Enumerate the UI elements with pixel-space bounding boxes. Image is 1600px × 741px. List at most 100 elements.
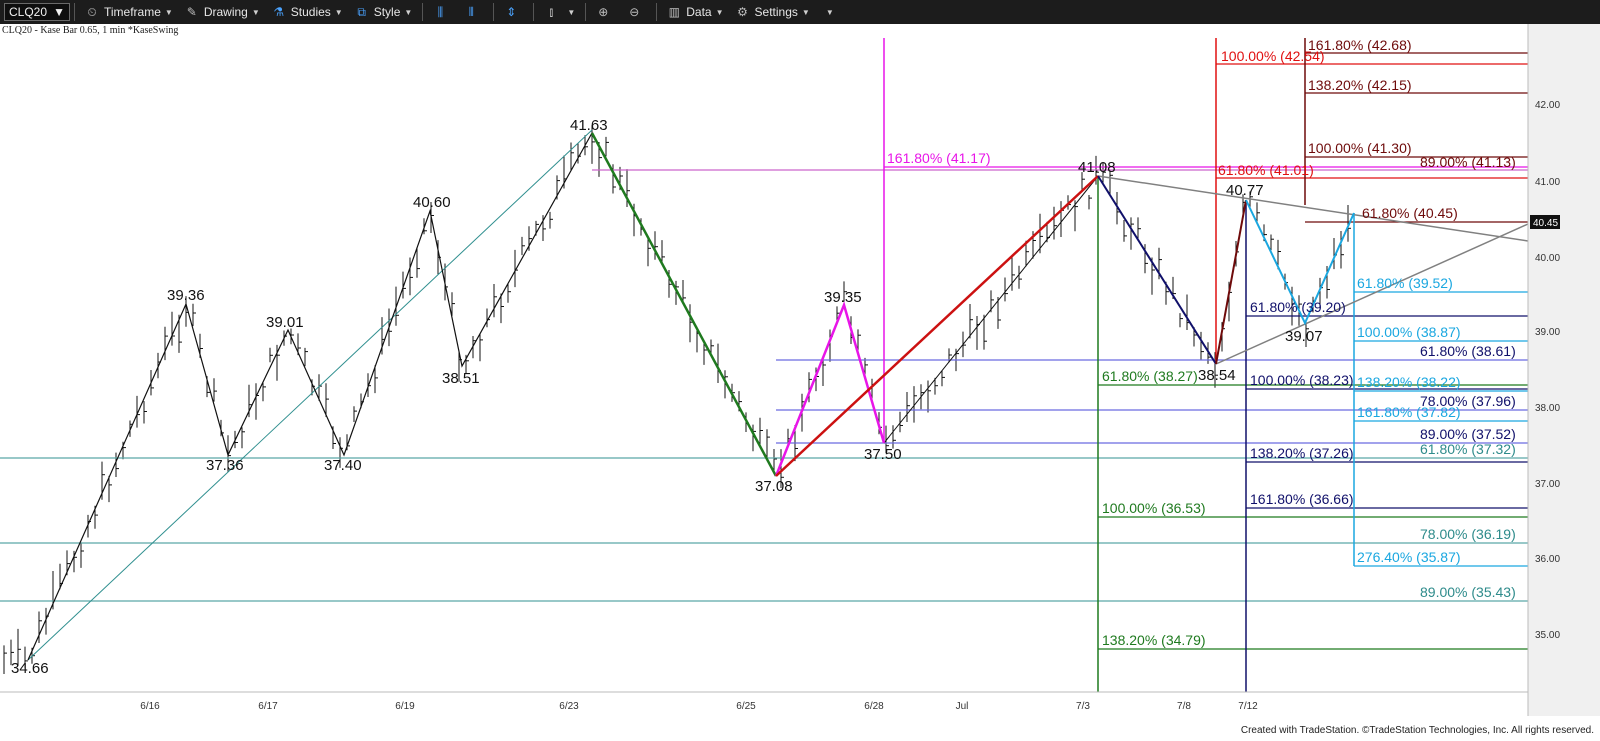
fib-label: 61.80% (41.01): [1218, 162, 1314, 178]
data-label: Data: [686, 5, 712, 19]
x-tick-label: 7/3: [1076, 701, 1090, 712]
fib-label: 161.80% (42.68): [1308, 37, 1412, 53]
x-tick-label: 6/16: [140, 701, 160, 712]
top-toolbar: CLQ20 ▼ ⏲ Timeframe ▼ ✎ Drawing ▼ ⚗ Stud…: [0, 0, 1600, 24]
fib-label: 138.20% (42.15): [1308, 77, 1412, 93]
chevron-down-icon: ▼: [825, 7, 834, 17]
toolbar-divider: [493, 3, 495, 21]
toolbar-divider: [422, 3, 424, 21]
x-tick-label: Jul: [956, 701, 969, 712]
settings-label: Settings: [754, 5, 798, 19]
clock-icon: ⏲: [87, 4, 97, 19]
toolbar-divider: [74, 3, 75, 21]
swing-label: 37.08: [755, 478, 793, 495]
data-button[interactable]: ▥ Data ▼: [661, 0, 729, 24]
y-tick-label: 36.00: [1535, 554, 1560, 565]
x-tick-label: 7/8: [1177, 701, 1191, 712]
chevron-down-icon: ▼: [801, 7, 810, 17]
studies-button[interactable]: ⚗ Studies ▼: [266, 0, 349, 24]
fib-label: 61.80% (37.32): [1420, 441, 1516, 457]
expand-bars-button[interactable]: ⫴: [458, 0, 489, 24]
zoom-out-button[interactable]: ⊖: [621, 0, 652, 24]
studies-label: Studies: [290, 5, 331, 19]
swing-label: 39.07: [1285, 328, 1323, 345]
y-tick-label: 37.00: [1535, 479, 1560, 490]
fib-label: 138.20% (38.22): [1357, 374, 1461, 390]
zoom-out-icon: ⊖: [629, 5, 640, 19]
price-chart[interactable]: 34.66 39.36 37.36 39.01 37.40 40.60 38.5…: [0, 24, 1600, 716]
y-axis: 42.00 41.00 40.00 39.00 38.00 37.00 36.0…: [1527, 24, 1600, 716]
chart-type-button[interactable]: ⫾ ▼: [538, 0, 581, 24]
y-tick-label: 42.00: [1535, 100, 1560, 111]
timeframe-label: Timeframe: [104, 5, 161, 19]
fib-label: 100.00% (38.87): [1357, 324, 1461, 340]
swing-label: 37.36: [206, 457, 244, 474]
compress-bars-button[interactable]: ⫼: [427, 0, 458, 24]
style-label: Style: [373, 5, 401, 19]
swing-label: 38.51: [442, 370, 480, 387]
chart-caption: CLQ20 - Kase Bar 0.65, 1 min *KaseSwing: [2, 25, 179, 36]
data-bars-icon: ▥: [668, 5, 680, 19]
fib-label: 89.00% (37.52): [1420, 426, 1516, 442]
last-price-label: 40.45: [1533, 218, 1558, 229]
swing-label: 40.60: [413, 194, 451, 211]
fib-label: 89.00% (35.43): [1420, 584, 1516, 600]
drawing-label: Drawing: [203, 5, 248, 19]
x-tick-label: 6/28: [864, 701, 884, 712]
x-tick-label: 6/23: [559, 701, 579, 712]
style-button[interactable]: ⧉ Style ▼: [349, 0, 419, 24]
swing-label: 41.63: [570, 117, 608, 134]
fib-label: 161.80% (36.66): [1250, 491, 1354, 507]
scale-icon: ⇕: [506, 5, 517, 19]
chart-background: [0, 24, 1528, 716]
swing-label: 37.50: [864, 446, 902, 463]
settings-button[interactable]: ⚙ Settings ▼: [730, 0, 816, 24]
swing-label: 39.36: [167, 287, 205, 304]
chevron-down-icon: ▼: [567, 7, 576, 17]
more-button[interactable]: ▼: [816, 0, 840, 24]
toolbar-divider: [585, 3, 587, 21]
fib-label: 61.80% (39.20): [1250, 299, 1346, 315]
swing-label: 37.40: [324, 457, 362, 474]
bar-chart-type-icon: ⫾: [549, 4, 554, 19]
x-tick-label: 6/25: [736, 701, 756, 712]
fib-label: 161.80% (41.17): [887, 150, 991, 166]
zoom-in-icon: ⊕: [598, 5, 609, 19]
fib-label: 61.80% (39.52): [1357, 275, 1453, 291]
fib-label: 61.80% (38.61): [1420, 343, 1516, 359]
y-tick-label: 35.00: [1535, 630, 1560, 641]
chevron-down-icon: ▼: [334, 7, 343, 17]
fib-label: 78.00% (36.19): [1420, 526, 1516, 542]
scale-button[interactable]: ⇕: [498, 0, 529, 24]
chevron-down-icon: ▼: [251, 7, 260, 17]
flask-icon: ⚗: [273, 5, 285, 19]
drawing-button[interactable]: ✎ Drawing ▼: [179, 0, 266, 24]
fib-label: 78.00% (37.96): [1420, 393, 1516, 409]
symbol-selector[interactable]: CLQ20 ▼: [4, 3, 70, 21]
y-axis-panel: [1528, 24, 1600, 716]
timeframe-button[interactable]: ⏲ Timeframe ▼: [79, 0, 179, 24]
x-tick-label: 6/19: [395, 701, 415, 712]
fib-label: 100.00% (36.53): [1102, 500, 1206, 516]
gear-icon: ⚙: [737, 5, 748, 19]
fib-label: 138.20% (37.26): [1250, 445, 1354, 461]
swing-label: 39.35: [824, 289, 862, 306]
y-tick-label: 41.00: [1535, 177, 1560, 188]
symbol-value: CLQ20: [9, 5, 48, 19]
fib-label: 89.00% (41.13): [1420, 154, 1516, 170]
chevron-down-icon: ▼: [715, 7, 724, 17]
expand-bars-icon: ⫴: [468, 4, 474, 19]
chevron-down-icon: ▼: [164, 7, 173, 17]
style-icon: ⧉: [357, 4, 366, 19]
swing-label: 41.08: [1078, 159, 1116, 176]
compress-bars-icon: ⫼: [437, 4, 444, 19]
chevron-down-icon: ▼: [404, 7, 413, 17]
x-tick-label: 7/12: [1238, 701, 1258, 712]
zoom-in-button[interactable]: ⊕: [590, 0, 621, 24]
y-tick-label: 39.00: [1535, 327, 1560, 338]
fib-label: 276.40% (35.87): [1357, 549, 1461, 565]
fib-label: 61.80% (40.45): [1362, 205, 1458, 221]
swing-label: 40.77: [1226, 182, 1264, 199]
swing-label: 34.66: [11, 660, 49, 677]
fib-label: 138.20% (34.79): [1102, 632, 1206, 648]
